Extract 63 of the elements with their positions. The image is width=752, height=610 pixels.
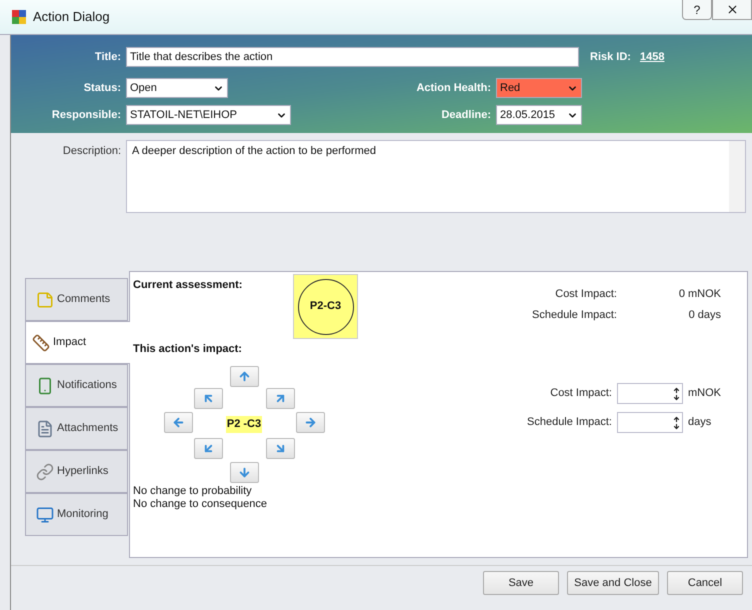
arrow-up-icon — [238, 370, 250, 382]
deadline-picker[interactable]: 28.05.2015 — [496, 105, 582, 125]
tab-icon — [36, 506, 54, 524]
current-assessment-label: Current assessment: — [133, 278, 244, 293]
impact-code: P2 -C3 — [226, 416, 262, 433]
dialog-button[interactable]: Save — [483, 571, 559, 595]
action-health-label: Action Health: — [415, 80, 491, 96]
tab-icon — [36, 290, 54, 308]
impact-note: No change to probability — [133, 484, 253, 498]
arrow-button[interactable] — [296, 412, 324, 432]
description-field[interactable]: A deeper description of the action to be performed — [126, 140, 746, 213]
close-button[interactable] — [712, 0, 752, 20]
arrow-button[interactable] — [266, 388, 294, 408]
tab[interactable]: Attachments — [25, 407, 128, 450]
tab[interactable]: Comments — [25, 278, 128, 321]
arrow-right-icon — [304, 416, 316, 428]
tab[interactable]: Monitoring — [25, 493, 128, 536]
impact-label: Cost Impact: — [554, 287, 617, 302]
action-impact-label: This action's impact: — [133, 342, 243, 357]
deadline-label: Deadline: — [440, 108, 491, 123]
impact-note: No change to consequence — [133, 498, 268, 510]
tab[interactable]: Impact — [25, 321, 130, 364]
window-title: Action Dialog — [33, 8, 110, 26]
arrow-button[interactable] — [266, 438, 294, 458]
tab-icon — [32, 334, 50, 352]
title-field[interactable]: Title that describes the action — [126, 47, 579, 67]
tab-icon — [36, 420, 54, 438]
number-field[interactable] — [617, 383, 683, 404]
unit-label: days — [688, 415, 712, 430]
action-health-dropdown[interactable]: Red — [496, 78, 582, 98]
responsible-label: Responsible: — [50, 108, 121, 123]
impact-label: Cost Impact: — [549, 386, 612, 402]
arrow-button[interactable] — [194, 438, 222, 458]
responsible-dropdown[interactable]: STATOIL-NET\EIHOP — [126, 105, 291, 125]
arrow-button[interactable] — [164, 412, 192, 432]
arrow-button[interactable] — [230, 462, 258, 482]
risk-id-link[interactable]: 1458 — [640, 48, 664, 66]
close-icon — [726, 3, 738, 16]
status-label: Status: — [82, 80, 121, 96]
unit-label: mNOK — [688, 386, 721, 402]
impact-value: 0 mNOK — [678, 287, 721, 302]
arrow-left-icon — [172, 416, 184, 428]
number-field[interactable] — [617, 412, 683, 433]
dialog-button[interactable]: Save and Close — [567, 571, 659, 595]
impact-label: Schedule Impact: — [531, 308, 617, 323]
app-icon — [12, 10, 26, 24]
arrow-down-icon — [238, 466, 250, 478]
tab-icon — [36, 376, 54, 394]
tab-icon — [36, 462, 54, 480]
description-label: Description: — [62, 144, 121, 159]
tab[interactable]: Hyperlinks — [25, 450, 128, 493]
help-button[interactable]: ? — [682, 0, 712, 20]
impact-value: 0 days — [688, 308, 721, 323]
risk-id-label: Risk ID: — [590, 50, 631, 65]
impact-label: Schedule Impact: — [526, 415, 612, 430]
dialog-button[interactable]: Cancel — [667, 571, 743, 595]
arrow-button[interactable] — [230, 366, 258, 386]
arrow-button[interactable] — [194, 388, 222, 408]
title-label: Title: — [94, 50, 121, 65]
assessment-badge: P2-C3 — [293, 274, 358, 339]
tab[interactable]: Notifications — [25, 364, 128, 407]
status-dropdown[interactable]: Open — [126, 78, 228, 98]
scrollbar[interactable] — [729, 141, 745, 212]
